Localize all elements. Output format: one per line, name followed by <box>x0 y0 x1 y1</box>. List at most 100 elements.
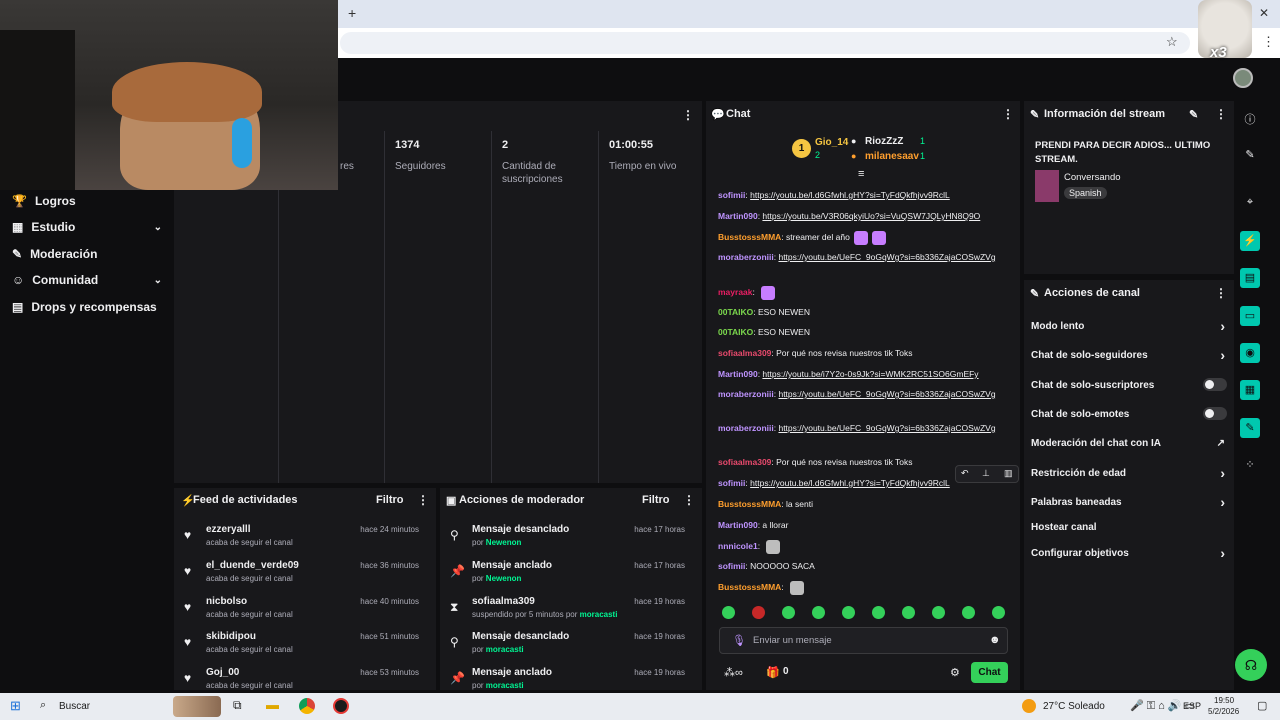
edit-pencil-icon[interactable]: ✎ <box>1189 108 1198 121</box>
chat-link[interactable]: https://youtu.be/UeFC_9oGqWg?si=6b336Zaj… <box>778 423 995 433</box>
emotes-only-toggle[interactable] <box>1203 407 1227 420</box>
chat-username[interactable]: moraberzoniii <box>718 423 774 433</box>
notifications-icon[interactable]: ▢ <box>1257 699 1267 712</box>
grid-dots-icon[interactable]: ⁘ <box>1243 458 1257 472</box>
bookmark-star-icon[interactable]: ☆ <box>1166 34 1178 50</box>
target-icon[interactable]: ⌖ <box>1243 196 1257 210</box>
support-headset-icon[interactable]: ☊ <box>1235 649 1267 681</box>
chat-message[interactable]: Martin090: https://youtu.be/V3R06qkyiUo?… <box>718 209 1018 223</box>
emote-icon[interactable] <box>902 606 915 619</box>
emote-icon[interactable] <box>962 606 975 619</box>
address-bar[interactable] <box>340 32 1190 54</box>
chat-username[interactable]: moraberzoniii <box>718 389 774 399</box>
list-item[interactable]: ⚲ Mensaje desanclado por Newenon hace 17 ho… <box>440 524 695 560</box>
chat-message[interactable]: sofimii: NOOOOO SACA <box>718 559 1018 573</box>
expand-leaderboard-icon[interactable]: ≡ <box>858 168 864 180</box>
slow-mode-row[interactable]: Modo lento › <box>1031 318 1231 334</box>
close-window-button[interactable]: ✕ <box>1259 6 1269 20</box>
list-item[interactable]: ♥ Goj_00 acaba de seguir el canal hace 53 m… <box>174 667 429 690</box>
chat-link[interactable]: https://youtu.be/l.d6Gfwhl.gHY?si=TyFdQk… <box>750 190 950 200</box>
browser-menu-icon[interactable]: ⋮ <box>1262 34 1275 50</box>
language-indicator[interactable]: ESP <box>1183 701 1201 711</box>
chat-message[interactable]: Martin090: https://youtu.be/i7Y2o-0s9Jk?… <box>718 367 1018 381</box>
chat-username[interactable]: Martin090 <box>718 369 758 379</box>
chat-username[interactable]: 00TAIKO <box>718 327 753 337</box>
windows-start-icon[interactable]: ⊞ <box>10 698 21 714</box>
chat-send-button[interactable]: Chat <box>971 662 1008 683</box>
chat-username[interactable]: BusstosssMMA <box>718 499 781 509</box>
emote-icon[interactable] <box>722 606 735 619</box>
chat-link[interactable]: https://youtu.be/i7Y2o-0s9Jk?si=WMK2RC51… <box>762 369 978 379</box>
chat-username[interactable]: sofimii <box>718 190 745 200</box>
chat-menu-icon[interactable]: ⋮ <box>1002 107 1014 121</box>
chat-username[interactable]: sofiaalma309 <box>718 348 771 358</box>
channel-actions-menu-icon[interactable]: ⋮ <box>1215 286 1227 300</box>
weather-text[interactable]: 27°C Soleado <box>1043 701 1105 712</box>
chat-username[interactable]: Martin090 <box>718 211 758 221</box>
list-item[interactable]: ♥ nicbolso acaba de seguir el canal hace 40… <box>174 596 429 632</box>
emote-icon[interactable] <box>992 606 1005 619</box>
layout-icon[interactable]: ▦ <box>1240 380 1260 400</box>
chat-message[interactable]: Martin090: a llorar <box>718 518 1018 532</box>
list-item[interactable]: ♥ ezzeryalll acaba de seguir el canal hace … <box>174 524 429 560</box>
emote-icon[interactable] <box>782 606 795 619</box>
banned-words-row[interactable]: Palabras baneadas › <box>1031 494 1231 510</box>
chat-message[interactable]: nnnicole1: <box>718 539 1018 554</box>
chat-username[interactable]: moraberzoniii <box>718 252 774 262</box>
task-view-icon[interactable]: ⧉ <box>233 698 242 713</box>
chat-message[interactable]: BusstosssMMA: streamer del año <box>718 230 1018 245</box>
sidebar-item-estudio[interactable]: ▦ Estudio ⌄ <box>12 220 162 234</box>
chrome-icon[interactable] <box>299 698 315 714</box>
activity-filter-button[interactable]: Filtro <box>376 494 404 506</box>
stats-menu-icon[interactable]: ⋮ <box>682 108 694 122</box>
category-name[interactable]: Conversando <box>1064 172 1121 183</box>
emote-icon[interactable] <box>932 606 945 619</box>
chat-link[interactable]: https://youtu.be/UeFC_9oGqWg?si=6b336Zaj… <box>778 252 995 262</box>
list-item[interactable]: ♥ el_duende_verde09 acaba de seguir el can… <box>174 560 429 596</box>
chat-icon[interactable]: ▭ <box>1240 306 1260 326</box>
mod-filter-button[interactable]: Filtro <box>642 494 670 506</box>
chat-message[interactable]: BusstosssMMA: la senti <box>718 497 1018 511</box>
followers-only-row[interactable]: Chat de solo-seguidores › <box>1031 347 1231 363</box>
goals-row[interactable]: Configurar objetivos › <box>1031 545 1231 561</box>
emote-icon[interactable] <box>752 606 765 619</box>
list-item[interactable]: 📌 Mensaje anclado por moracasti hace 19 hor… <box>440 667 695 690</box>
notes-icon[interactable]: ▤ <box>1240 268 1260 288</box>
chat-username[interactable]: mayraak <box>718 287 753 297</box>
avatar[interactable] <box>1233 68 1253 88</box>
taskbar-search[interactable]: Buscar <box>59 701 90 712</box>
emoji-icon[interactable]: ☻ <box>989 634 1001 646</box>
chat-message[interactable]: 00TAIKO: ESO NEWEN <box>718 325 1018 339</box>
chat-message[interactable]: sofimii: https://youtu.be/l.d6Gfwhl.gHY?… <box>718 188 1018 202</box>
bits-icon[interactable]: ⁂∞ <box>724 666 743 679</box>
chat-username[interactable]: BusstosssMMA <box>718 232 781 242</box>
edit-icon[interactable]: ✎ <box>1243 148 1257 162</box>
undo-icon[interactable]: ↶ <box>961 468 969 479</box>
list-item[interactable]: ♥ skibidipou acaba de seguir el canal hace … <box>174 631 429 667</box>
leaderboard-user[interactable]: RiozZzZ <box>865 136 903 147</box>
list-item[interactable]: ⚲ Mensaje desanclado por moracasti hace 19 … <box>440 631 695 667</box>
host-channel-row[interactable]: Hostear canal <box>1031 522 1231 533</box>
chat-username[interactable]: 00TAIKO <box>718 307 753 317</box>
age-restriction-row[interactable]: Restricción de edad › <box>1031 465 1231 481</box>
trash-icon[interactable]: ▥ <box>1004 468 1013 479</box>
chat-message[interactable]: mayraak: <box>718 285 1018 300</box>
gift-icon[interactable]: 🎁 <box>766 666 780 679</box>
new-tab-button[interactable]: + <box>348 5 356 21</box>
pin-icon[interactable]: ⊥ <box>982 468 990 479</box>
chat-link[interactable]: https://youtu.be/UeFC_9oGqWg?si=6b336Zaj… <box>778 389 995 399</box>
lightning-icon[interactable]: ⚡ <box>1240 231 1260 251</box>
ai-moderation-row[interactable]: Moderación del chat con IA ↗ <box>1031 438 1231 449</box>
broadcast-icon[interactable]: ◉ <box>1240 343 1260 363</box>
sidebar-item-moderacion[interactable]: ✎ Moderación <box>12 247 162 261</box>
chat-message[interactable]: 00TAIKO: ESO NEWEN <box>718 305 1018 319</box>
leaderboard-top-user[interactable]: Gio_14 <box>815 137 848 148</box>
sidebar-item-drops[interactable]: ▤ Drops y recompensas <box>12 300 162 314</box>
wrench-icon[interactable]: ✎ <box>1240 418 1260 438</box>
chat-username[interactable]: nnnicole1 <box>718 541 758 551</box>
mic-icon[interactable]: 🎙 <box>732 634 746 647</box>
chat-input[interactable]: 🎙 Enviar un mensaje ☻ <box>719 627 1008 654</box>
mod-menu-icon[interactable]: ⋮ <box>683 493 695 507</box>
chat-username[interactable]: Martin090 <box>718 520 758 530</box>
chat-link[interactable]: https://youtu.be/V3R06qkyiUo?si=VuQSW7JQ… <box>762 211 980 221</box>
